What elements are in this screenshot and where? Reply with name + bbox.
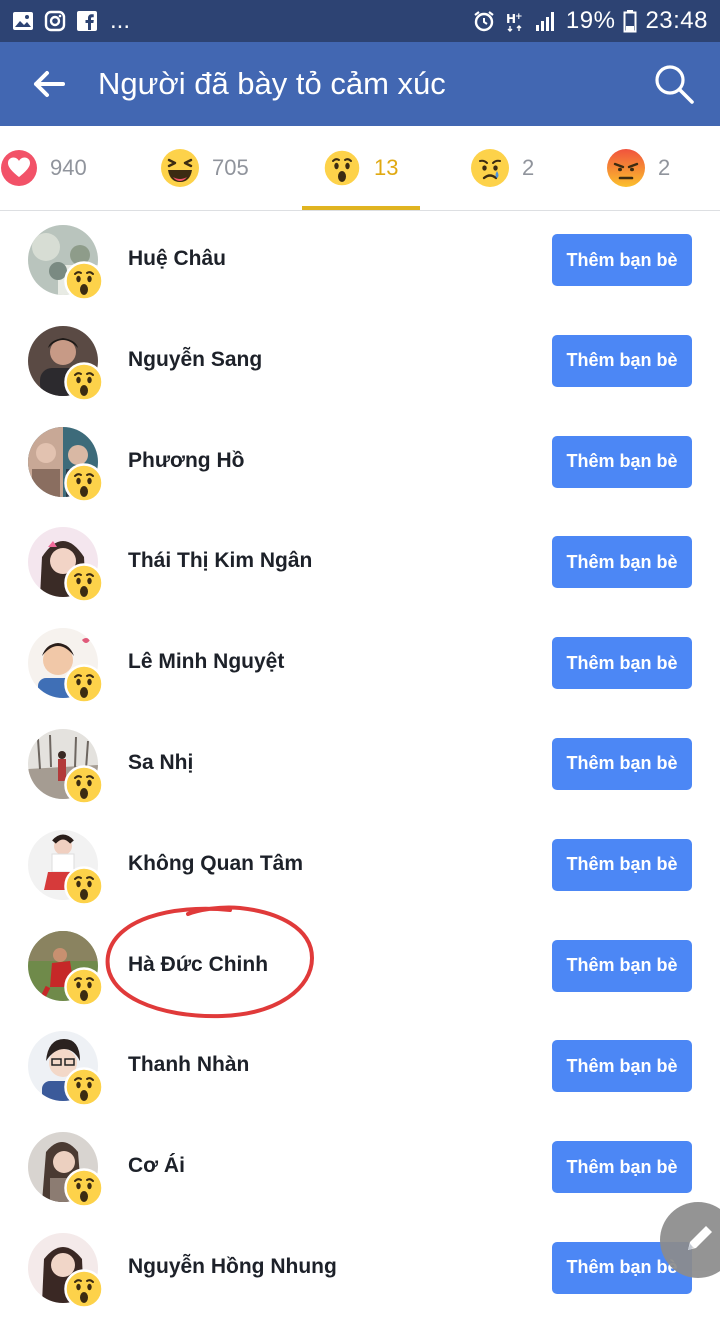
- tab-angry[interactable]: 2: [606, 126, 670, 210]
- wow-badge-icon: [64, 1168, 104, 1208]
- haha-reaction-icon: [161, 149, 199, 187]
- battery-icon: [623, 9, 637, 33]
- status-left: ...: [12, 9, 130, 33]
- search-icon: [655, 65, 694, 104]
- tab-count-wow: 13: [374, 155, 399, 180]
- list-item: Sa Nhị Thêm bạn bè: [0, 715, 720, 816]
- person-name[interactable]: Hà Đức Chinh: [128, 953, 268, 977]
- image-icon: [12, 10, 34, 32]
- list-item: Nguyễn Hồng Nhung Thêm bạn bè: [0, 1219, 720, 1320]
- svg-text:+: +: [515, 12, 523, 22]
- tab-count-love: 940: [50, 155, 87, 180]
- instagram-icon: [44, 10, 66, 32]
- active-tab-indicator: [302, 206, 420, 210]
- add-friend-button[interactable]: Thêm bạn bè: [552, 536, 692, 589]
- clock: 23:48: [645, 7, 708, 34]
- list-item: Cơ Ái Thêm bạn bè: [0, 1118, 720, 1219]
- add-friend-button[interactable]: Thêm bạn bè: [552, 737, 692, 790]
- page-title: Người đã bày tỏ cảm xúc: [98, 66, 446, 101]
- wow-badge-icon: [64, 362, 104, 402]
- pencil-icon: [688, 1226, 712, 1250]
- wow-badge-icon: [64, 261, 104, 301]
- wow-badge-icon: [64, 664, 104, 704]
- person-name[interactable]: Lê Minh Nguyệt: [128, 650, 284, 674]
- list-item: Nguyễn Sang Thêm bạn bè: [0, 312, 720, 413]
- add-friend-button[interactable]: Thêm bạn bè: [552, 1040, 692, 1093]
- status-bar: ... H + 19% 23:48: [0, 0, 720, 42]
- signal-icon: [534, 10, 558, 32]
- add-friend-button[interactable]: Thêm bạn bè: [552, 334, 692, 387]
- back-arrow-icon: [34, 71, 65, 97]
- people-list: Huệ Châu Thêm bạn bè Nguyễn Sang Thêm bạ…: [0, 211, 720, 1320]
- person-name[interactable]: Phương Hồ: [128, 449, 244, 473]
- add-friend-button[interactable]: Thêm bạn bè: [552, 637, 692, 690]
- search-button[interactable]: [628, 42, 720, 126]
- wow-badge-icon: [64, 463, 104, 503]
- person-name[interactable]: Sa Nhị: [128, 751, 193, 775]
- tab-wow[interactable]: 13: [322, 126, 398, 210]
- person-name[interactable]: Nguyễn Sang: [128, 348, 262, 372]
- app-bar: Người đã bày tỏ cảm xúc: [0, 42, 720, 126]
- list-item: Lê Minh Nguyệt Thêm bạn bè: [0, 614, 720, 715]
- facebook-icon: [76, 10, 98, 32]
- list-item: Phương Hồ Thêm bạn bè: [0, 413, 720, 514]
- wow-badge-icon: [64, 967, 104, 1007]
- notification-overflow: ...: [110, 7, 131, 34]
- wow-badge-icon: [64, 563, 104, 603]
- back-button[interactable]: [0, 42, 98, 126]
- tab-count-sad: 2: [522, 155, 535, 180]
- person-name[interactable]: Huệ Châu: [128, 247, 226, 271]
- tab-count-haha: 705: [212, 155, 249, 180]
- add-friend-button[interactable]: Thêm bạn bè: [552, 234, 692, 286]
- wow-badge-icon: [64, 1269, 104, 1309]
- add-friend-button[interactable]: Thêm bạn bè: [552, 435, 692, 488]
- data-h-plus-icon: H +: [504, 10, 526, 32]
- wow-badge-icon: [64, 765, 104, 805]
- person-name[interactable]: Cơ Ái: [128, 1154, 185, 1178]
- tab-sad[interactable]: 2: [470, 126, 534, 210]
- person-name[interactable]: Nguyễn Hồng Nhung: [128, 1255, 337, 1279]
- person-name[interactable]: Thanh Nhàn: [128, 1053, 249, 1077]
- list-item: Thanh Nhàn Thêm bạn bè: [0, 1017, 720, 1118]
- add-friend-button[interactable]: Thêm bạn bè: [552, 1141, 692, 1194]
- add-friend-button[interactable]: Thêm bạn bè: [552, 838, 692, 891]
- sad-reaction-icon: [471, 149, 509, 187]
- wow-badge-icon: [64, 1067, 104, 1107]
- list-item: Huệ Châu Thêm bạn bè: [0, 211, 720, 312]
- love-reaction-icon: [1, 150, 37, 186]
- wow-reaction-icon: [322, 148, 362, 188]
- list-item: Không Quan Tâm Thêm bạn bè: [0, 816, 720, 917]
- add-friend-button[interactable]: Thêm bạn bè: [552, 939, 692, 992]
- angry-reaction-icon: [607, 149, 645, 187]
- person-name[interactable]: Không Quan Tâm: [128, 852, 303, 876]
- tab-love[interactable]: 940: [0, 126, 87, 210]
- list-item: Thái Thị Kim Ngân Thêm bạn bè: [0, 513, 720, 614]
- person-name[interactable]: Thái Thị Kim Ngân: [128, 549, 312, 573]
- tab-haha[interactable]: 705: [160, 126, 249, 210]
- status-right: H + 19% 23:48: [472, 7, 708, 35]
- tab-count-angry: 2: [658, 155, 671, 180]
- battery-percent: 19%: [565, 7, 616, 34]
- wow-badge-icon: [64, 866, 104, 906]
- list-item: Hà Đức Chinh Thêm bạn bè: [0, 917, 720, 1018]
- reaction-tabs: 940 705 13 2 2: [0, 126, 720, 211]
- alarm-icon: [472, 9, 496, 33]
